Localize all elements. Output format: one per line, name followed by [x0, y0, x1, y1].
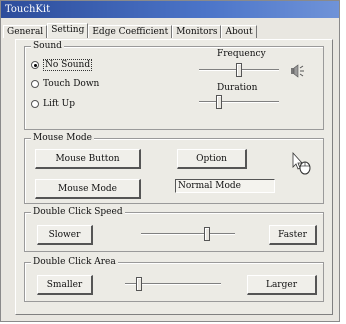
double-click-speed-title: Double Click Speed — [31, 207, 125, 218]
faster-button[interactable]: Faster — [269, 225, 317, 245]
speaker-icon — [291, 64, 304, 78]
option-button[interactable]: Option — [177, 149, 247, 169]
touchkit-window: TouchKit General Setting Edge Coefficien… — [0, 0, 340, 322]
duration-slider-thumb[interactable] — [216, 95, 222, 109]
duration-slider[interactable] — [199, 95, 279, 109]
frequency-label: Frequency — [217, 49, 266, 59]
tab-general[interactable]: General — [3, 25, 48, 38]
sound-group-title: Sound — [31, 41, 64, 52]
tab-about[interactable]: About — [221, 25, 257, 38]
mouse-button-button[interactable]: Mouse Button — [35, 149, 141, 169]
radio-button-lift-up[interactable] — [31, 100, 39, 108]
mouse-mode-group: Mouse Mode Mouse Button Option Mouse Mod… — [24, 133, 324, 204]
radio-no-sound[interactable]: No Sound — [31, 59, 93, 71]
mouse-mode-group-title: Mouse Mode — [31, 133, 94, 144]
frequency-slider-thumb[interactable] — [236, 63, 242, 77]
double-click-speed-group: Double Click Speed Slower Faster — [24, 207, 324, 252]
radio-touch-down-label: Touch Down — [43, 79, 100, 89]
double-click-speed-slider-track — [141, 233, 235, 235]
mouse-icon — [292, 151, 311, 175]
setting-panel: Sound No Sound Touch Down Lift Up Freque… — [15, 39, 333, 315]
double-click-speed-slider-thumb[interactable] — [203, 227, 210, 241]
double-click-area-group: Double Click Area Smaller Larger — [24, 257, 324, 302]
double-click-speed-slider[interactable] — [141, 227, 235, 241]
radio-lift-up[interactable]: Lift Up — [31, 99, 75, 109]
tab-bar: General Setting Edge Coefficient Monitor… — [3, 23, 257, 39]
radio-no-sound-label: No Sound — [43, 59, 93, 71]
tab-edge-coefficient[interactable]: Edge Coefficient — [88, 25, 173, 38]
mouse-mode-value: Normal Mode — [175, 179, 275, 193]
radio-button-touch-down[interactable] — [31, 80, 39, 88]
radio-button-no-sound[interactable] — [31, 61, 39, 69]
sound-group: Sound No Sound Touch Down Lift Up Freque… — [24, 41, 324, 130]
frequency-slider[interactable] — [199, 63, 279, 77]
duration-label: Duration — [217, 83, 258, 93]
double-click-area-title: Double Click Area — [31, 257, 118, 268]
slower-button[interactable]: Slower — [37, 225, 93, 245]
radio-touch-down[interactable]: Touch Down — [31, 79, 99, 89]
duration-slider-track — [199, 101, 279, 103]
window-title: TouchKit — [1, 1, 339, 18]
double-click-area-slider-thumb[interactable] — [136, 277, 143, 291]
smaller-button[interactable]: Smaller — [37, 275, 93, 295]
mouse-mode-button[interactable]: Mouse Mode — [35, 179, 141, 199]
larger-button[interactable]: Larger — [247, 275, 317, 295]
tab-setting[interactable]: Setting — [47, 23, 89, 38]
double-click-area-slider[interactable] — [125, 277, 221, 291]
tab-monitors[interactable]: Monitors — [172, 25, 222, 38]
radio-lift-up-label: Lift Up — [43, 99, 76, 109]
